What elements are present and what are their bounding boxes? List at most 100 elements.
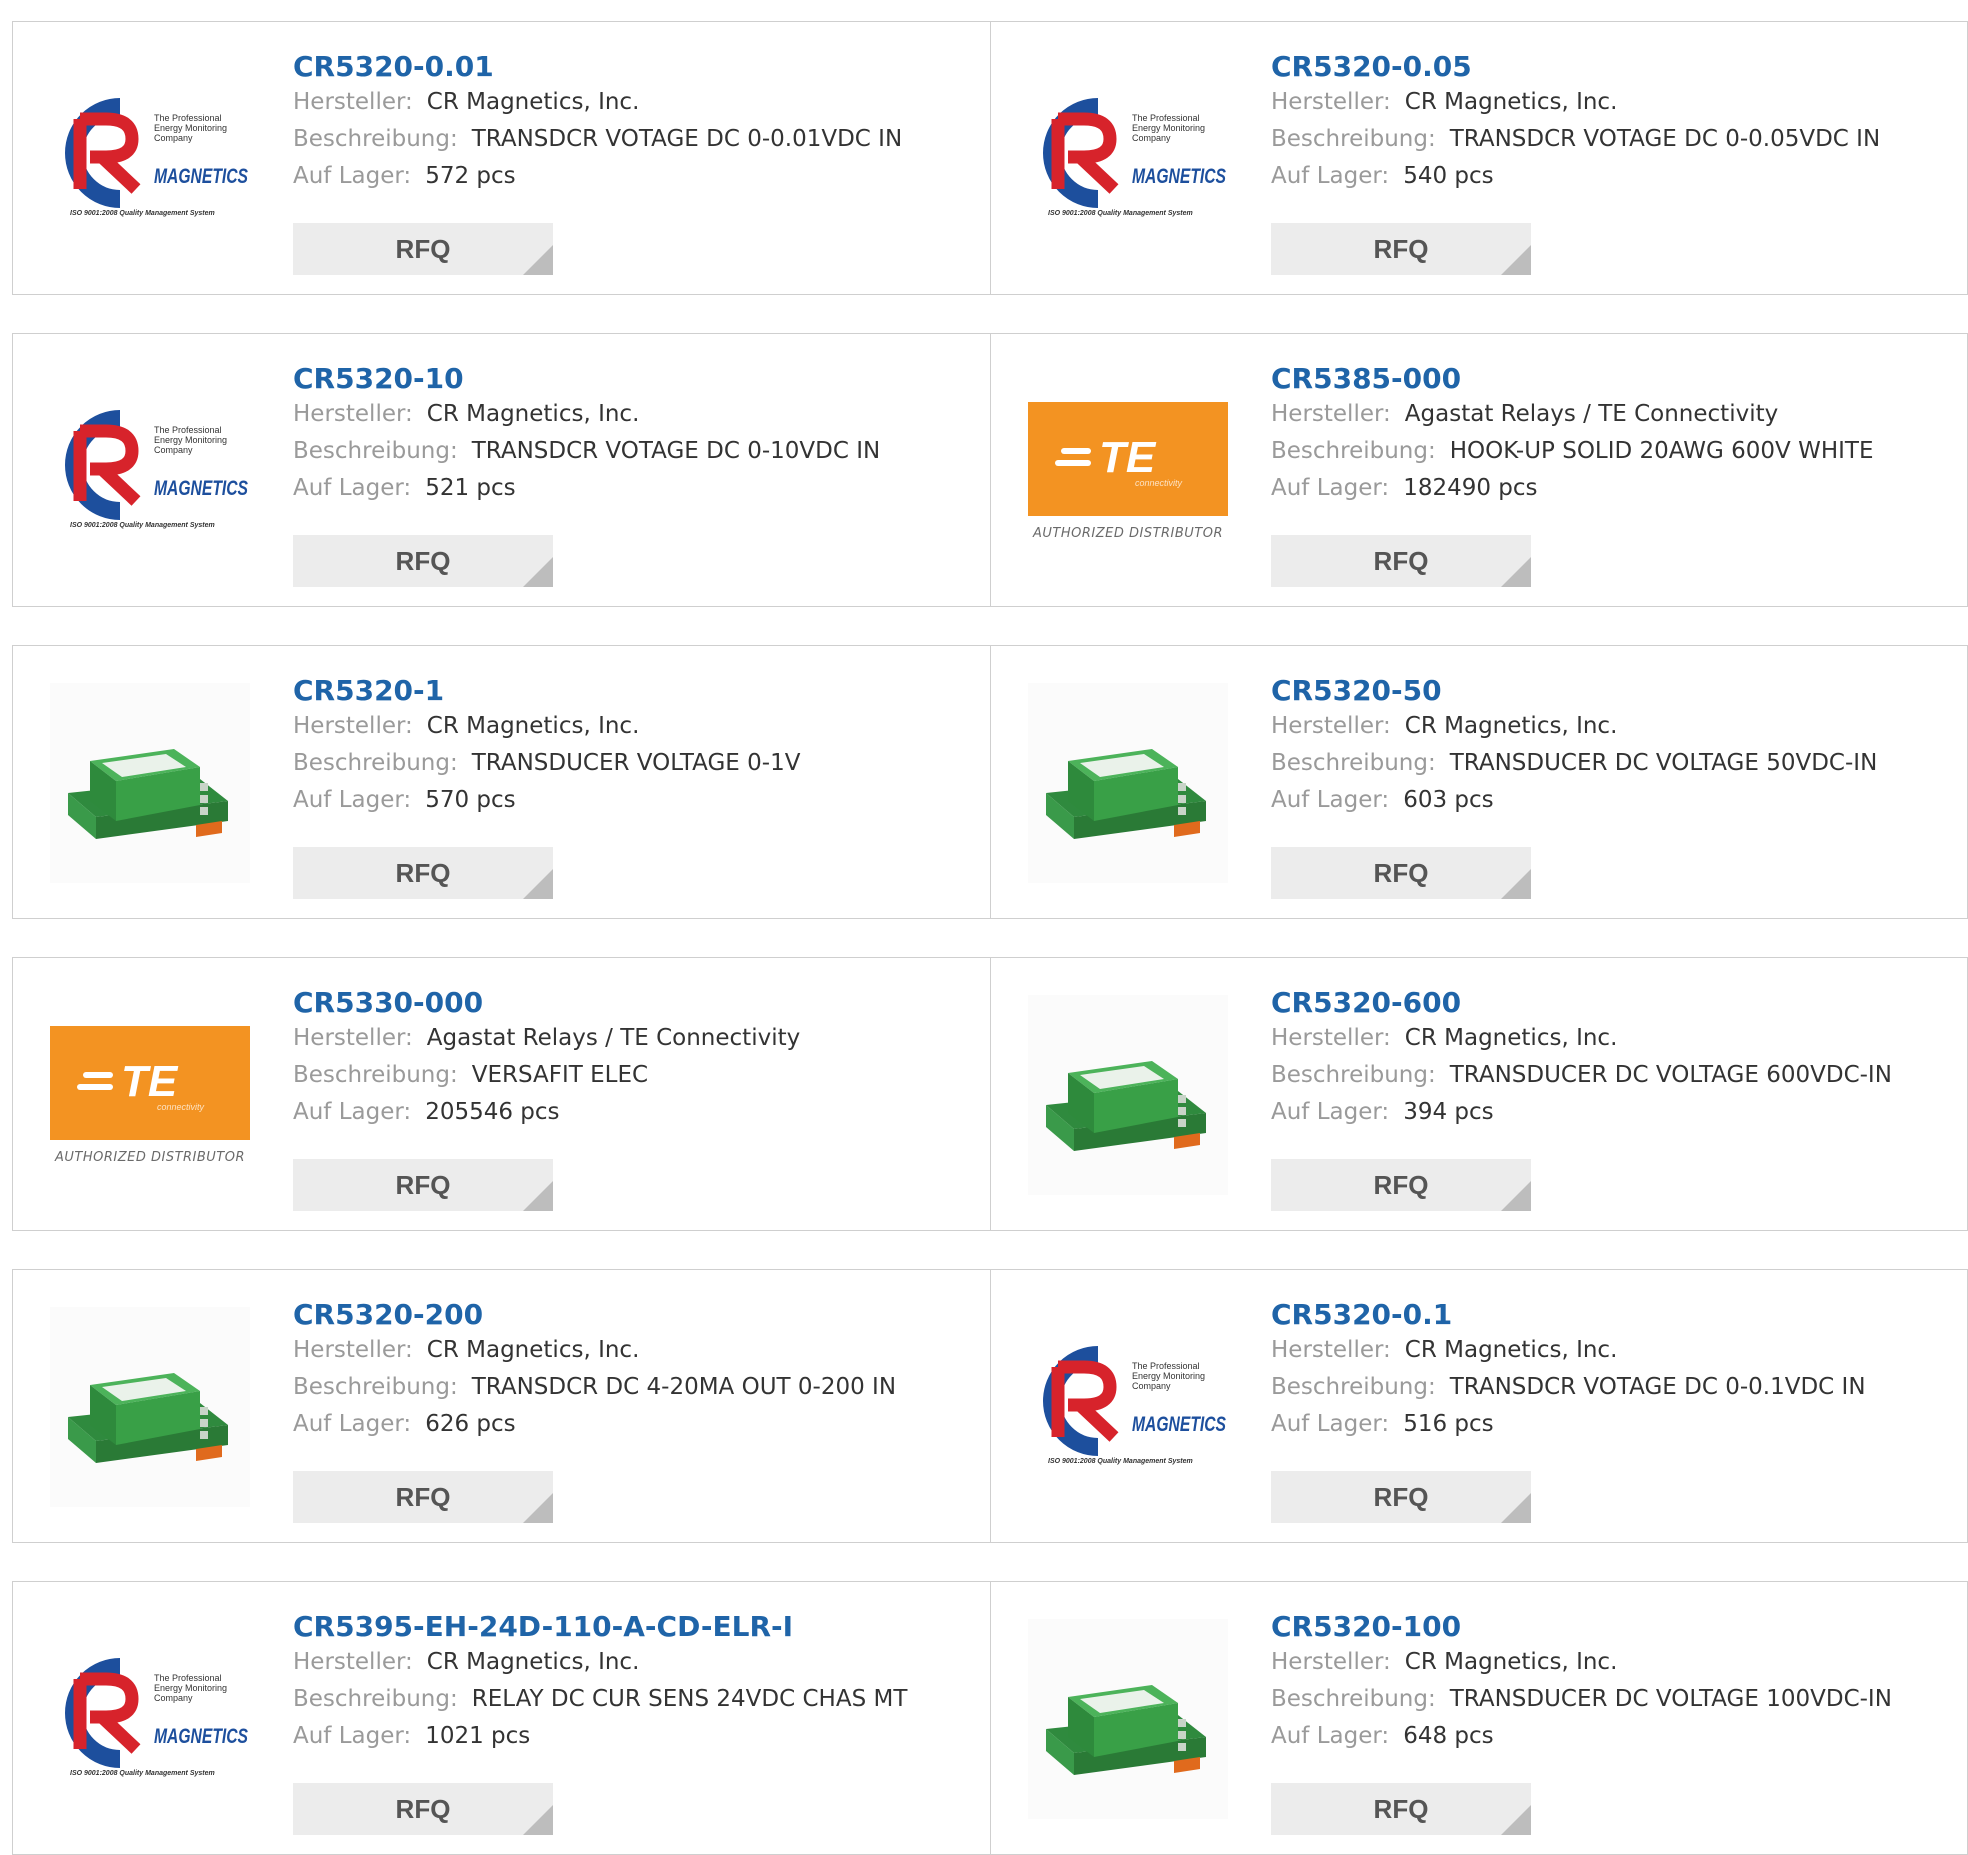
part-number-link[interactable]: CR5320-0.01	[293, 50, 970, 84]
stock-label: Auf Lager:	[293, 1099, 412, 1125]
manufacturer-label: Hersteller:	[293, 713, 413, 739]
corner-triangle-icon	[1501, 245, 1531, 275]
manufacturer-label: Hersteller:	[293, 1025, 413, 1051]
stock-label: Auf Lager:	[1271, 1099, 1390, 1125]
svg-text:ISO 9001:2008 Quality Manageme: ISO 9001:2008 Quality Management System	[70, 1770, 215, 1777]
product-image[interactable]	[1028, 1619, 1228, 1819]
description-line: Beschreibung: HOOK-UP SOLID 20AWG 600V WH…	[1271, 433, 1947, 470]
stock-value: 626 pcs	[425, 1411, 516, 1437]
rfq-button[interactable]: RFQ	[1271, 1783, 1531, 1835]
svg-text:Energy Monitoring: Energy Monitoring	[1132, 1371, 1205, 1381]
part-number-link[interactable]: CR5320-0.05	[1271, 50, 1947, 84]
part-number-link[interactable]: CR5320-600	[1271, 986, 1947, 1020]
corner-triangle-icon	[523, 1805, 553, 1835]
manufacturer-label: Hersteller:	[293, 89, 413, 115]
product-card: The Professional Energy Monitoring Compa…	[990, 1270, 1967, 1542]
description-label: Beschreibung:	[293, 750, 458, 776]
stock-value: 1021 pcs	[425, 1723, 531, 1749]
cr-magnetics-logo[interactable]: The Professional Energy Monitoring Compa…	[1028, 59, 1228, 259]
cr-magnetics-logo[interactable]: The Professional Energy Monitoring Compa…	[50, 59, 250, 259]
svg-text:connectivity: connectivity	[1135, 478, 1183, 488]
description-value: TRANSDCR VOTAGE DC 0-0.05VDC IN	[1449, 126, 1881, 152]
rfq-label: RFQ	[1373, 546, 1429, 576]
te-connectivity-logo[interactable]: TE connectivity AUTHORIZED DISTRIBUTOR	[1028, 371, 1228, 571]
cr-magnetics-logo[interactable]: The Professional Energy Monitoring Compa…	[1028, 1307, 1228, 1507]
description-value: TRANSDCR VOTAGE DC 0-0.1VDC IN	[1449, 1374, 1866, 1400]
product-info: CR5320-10 Hersteller: CR Magnetics, Inc. …	[293, 362, 970, 507]
rfq-button[interactable]: RFQ	[293, 1159, 553, 1211]
description-label: Beschreibung:	[1271, 126, 1436, 152]
product-card: CR5320-200 Hersteller: CR Magnetics, Inc.…	[13, 1270, 990, 1542]
product-image[interactable]	[50, 683, 250, 883]
description-value: TRANSDUCER DC VOLTAGE 100VDC-IN	[1449, 1686, 1892, 1712]
svg-text:ISO 9001:2008 Quality Manageme: ISO 9001:2008 Quality Management System	[70, 210, 215, 217]
manufacturer-line: Hersteller: Agastat Relays / TE Connectiv…	[1271, 396, 1947, 433]
description-line: Beschreibung: VERSAFIT ELEC	[293, 1057, 970, 1094]
product-image[interactable]	[1028, 995, 1228, 1195]
rfq-label: RFQ	[1373, 1794, 1429, 1824]
rfq-button[interactable]: RFQ	[1271, 1159, 1531, 1211]
rfq-button[interactable]: RFQ	[1271, 1471, 1531, 1523]
part-number-link[interactable]: CR5385-000	[1271, 362, 1947, 396]
description-label: Beschreibung:	[1271, 1374, 1436, 1400]
part-number-link[interactable]: CR5320-10	[293, 362, 970, 396]
authorized-distributor-caption: AUTHORIZED DISTRIBUTOR	[1032, 525, 1224, 541]
rfq-button[interactable]: RFQ	[1271, 847, 1531, 899]
part-number-link[interactable]: CR5320-200	[293, 1298, 970, 1332]
product-image[interactable]	[1028, 683, 1228, 883]
rfq-label: RFQ	[1373, 234, 1429, 264]
product-card: The Professional Energy Monitoring Compa…	[990, 22, 1967, 294]
part-number-link[interactable]: CR5320-100	[1271, 1610, 1947, 1644]
stock-line: Auf Lager: 1021 pcs	[293, 1718, 970, 1755]
stock-value: 182490 pcs	[1403, 475, 1538, 501]
description-line: Beschreibung: TRANSDCR DC 4-20MA OUT 0-20…	[293, 1369, 970, 1406]
product-card: TE connectivity AUTHORIZED DISTRIBUTOR C…	[990, 334, 1967, 606]
description-label: Beschreibung:	[1271, 1686, 1436, 1712]
cr-magnetics-logo[interactable]: The Professional Energy Monitoring Compa…	[50, 1619, 250, 1819]
product-row: TE connectivity AUTHORIZED DISTRIBUTOR C…	[12, 957, 1968, 1231]
cr-magnetics-logo[interactable]: The Professional Energy Monitoring Compa…	[50, 371, 250, 571]
product-info: CR5320-200 Hersteller: CR Magnetics, Inc.…	[293, 1298, 970, 1443]
product-image[interactable]	[50, 1307, 250, 1507]
part-number-link[interactable]: CR5330-000	[293, 986, 970, 1020]
product-info: CR5320-600 Hersteller: CR Magnetics, Inc.…	[1271, 986, 1947, 1131]
manufacturer-label: Hersteller:	[293, 1649, 413, 1675]
te-connectivity-logo[interactable]: TE connectivity AUTHORIZED DISTRIBUTOR	[50, 995, 250, 1195]
rfq-button[interactable]: RFQ	[293, 847, 553, 899]
manufacturer-value: CR Magnetics, Inc.	[426, 89, 640, 115]
part-number-link[interactable]: CR5320-1	[293, 674, 970, 708]
rfq-button[interactable]: RFQ	[293, 535, 553, 587]
manufacturer-value: CR Magnetics, Inc.	[1404, 1025, 1618, 1051]
rfq-button[interactable]: RFQ	[293, 1471, 553, 1523]
svg-text:Energy Monitoring: Energy Monitoring	[154, 435, 227, 445]
stock-value: 394 pcs	[1403, 1099, 1494, 1125]
corner-triangle-icon	[523, 245, 553, 275]
description-line: Beschreibung: TRANSDUCER VOLTAGE 0-1V	[293, 745, 970, 782]
corner-triangle-icon	[1501, 1181, 1531, 1211]
description-line: Beschreibung: TRANSDUCER DC VOLTAGE 600VD…	[1271, 1057, 1947, 1094]
stock-label: Auf Lager:	[293, 787, 412, 813]
part-number-link[interactable]: CR5320-50	[1271, 674, 1947, 708]
description-line: Beschreibung: TRANSDCR VOTAGE DC 0-0.01VD…	[293, 121, 970, 158]
manufacturer-line: Hersteller: Agastat Relays / TE Connectiv…	[293, 1020, 970, 1057]
product-card: CR5320-100 Hersteller: CR Magnetics, Inc.…	[990, 1582, 1967, 1854]
svg-text:MAGNETICS: MAGNETICS	[154, 477, 248, 500]
stock-label: Auf Lager:	[293, 163, 412, 189]
rfq-button[interactable]: RFQ	[1271, 223, 1531, 275]
corner-triangle-icon	[1501, 1805, 1531, 1835]
rfq-button[interactable]: RFQ	[1271, 535, 1531, 587]
description-line: Beschreibung: TRANSDCR VOTAGE DC 0-0.05VD…	[1271, 121, 1947, 158]
product-card: CR5320-1 Hersteller: CR Magnetics, Inc. B…	[13, 646, 990, 918]
part-number-link[interactable]: CR5395-EH-24D-110-A-CD-ELR-I	[293, 1610, 970, 1644]
corner-triangle-icon	[523, 869, 553, 899]
stock-line: Auf Lager: 205546 pcs	[293, 1094, 970, 1131]
description-line: Beschreibung: TRANSDUCER DC VOLTAGE 50VDC…	[1271, 745, 1947, 782]
svg-text:The Professional: The Professional	[154, 425, 222, 435]
manufacturer-line: Hersteller: CR Magnetics, Inc.	[1271, 708, 1947, 745]
rfq-button[interactable]: RFQ	[293, 223, 553, 275]
rfq-label: RFQ	[395, 234, 451, 264]
svg-text:connectivity: connectivity	[157, 1102, 205, 1112]
part-number-link[interactable]: CR5320-0.1	[1271, 1298, 1947, 1332]
rfq-button[interactable]: RFQ	[293, 1783, 553, 1835]
description-label: Beschreibung:	[293, 1686, 458, 1712]
